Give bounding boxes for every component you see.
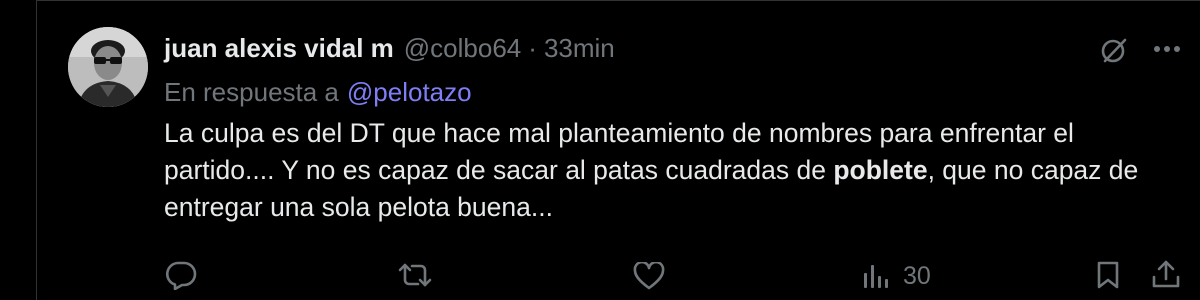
share-icon[interactable] xyxy=(1149,258,1183,290)
reply-prefix: En respuesta a xyxy=(164,76,339,107)
bookmark-icon[interactable] xyxy=(1092,259,1124,291)
tweet-text: La culpa es del DT que hace mal planteam… xyxy=(164,115,1184,226)
thread-divider-left xyxy=(36,0,37,300)
author-display-name[interactable]: juan alexis vidal m xyxy=(164,33,394,64)
view-count[interactable]: 30 xyxy=(903,262,931,291)
tweet[interactable]: juan alexis vidal m @colbo64 · 33min En … xyxy=(0,0,1200,300)
tweet-text-bold: poblete xyxy=(833,155,928,185)
reply-context: En respuesta a @pelotazo xyxy=(164,74,472,110)
tweet-divider-top xyxy=(36,0,1200,1)
author-handle[interactable]: @colbo64 xyxy=(404,33,521,64)
retweet-icon[interactable] xyxy=(395,259,435,291)
grok-icon[interactable] xyxy=(1096,32,1132,68)
avatar[interactable] xyxy=(68,27,148,107)
tweet-header: juan alexis vidal m @colbo64 · 33min xyxy=(164,30,615,66)
header-separator: · xyxy=(528,32,537,63)
reply-icon[interactable] xyxy=(163,259,199,291)
like-icon[interactable] xyxy=(630,260,668,292)
more-icon[interactable] xyxy=(1150,34,1184,64)
timestamp[interactable]: 33min xyxy=(544,33,615,64)
views-icon[interactable] xyxy=(860,261,892,291)
reply-mention-link[interactable]: @pelotazo xyxy=(347,77,472,108)
